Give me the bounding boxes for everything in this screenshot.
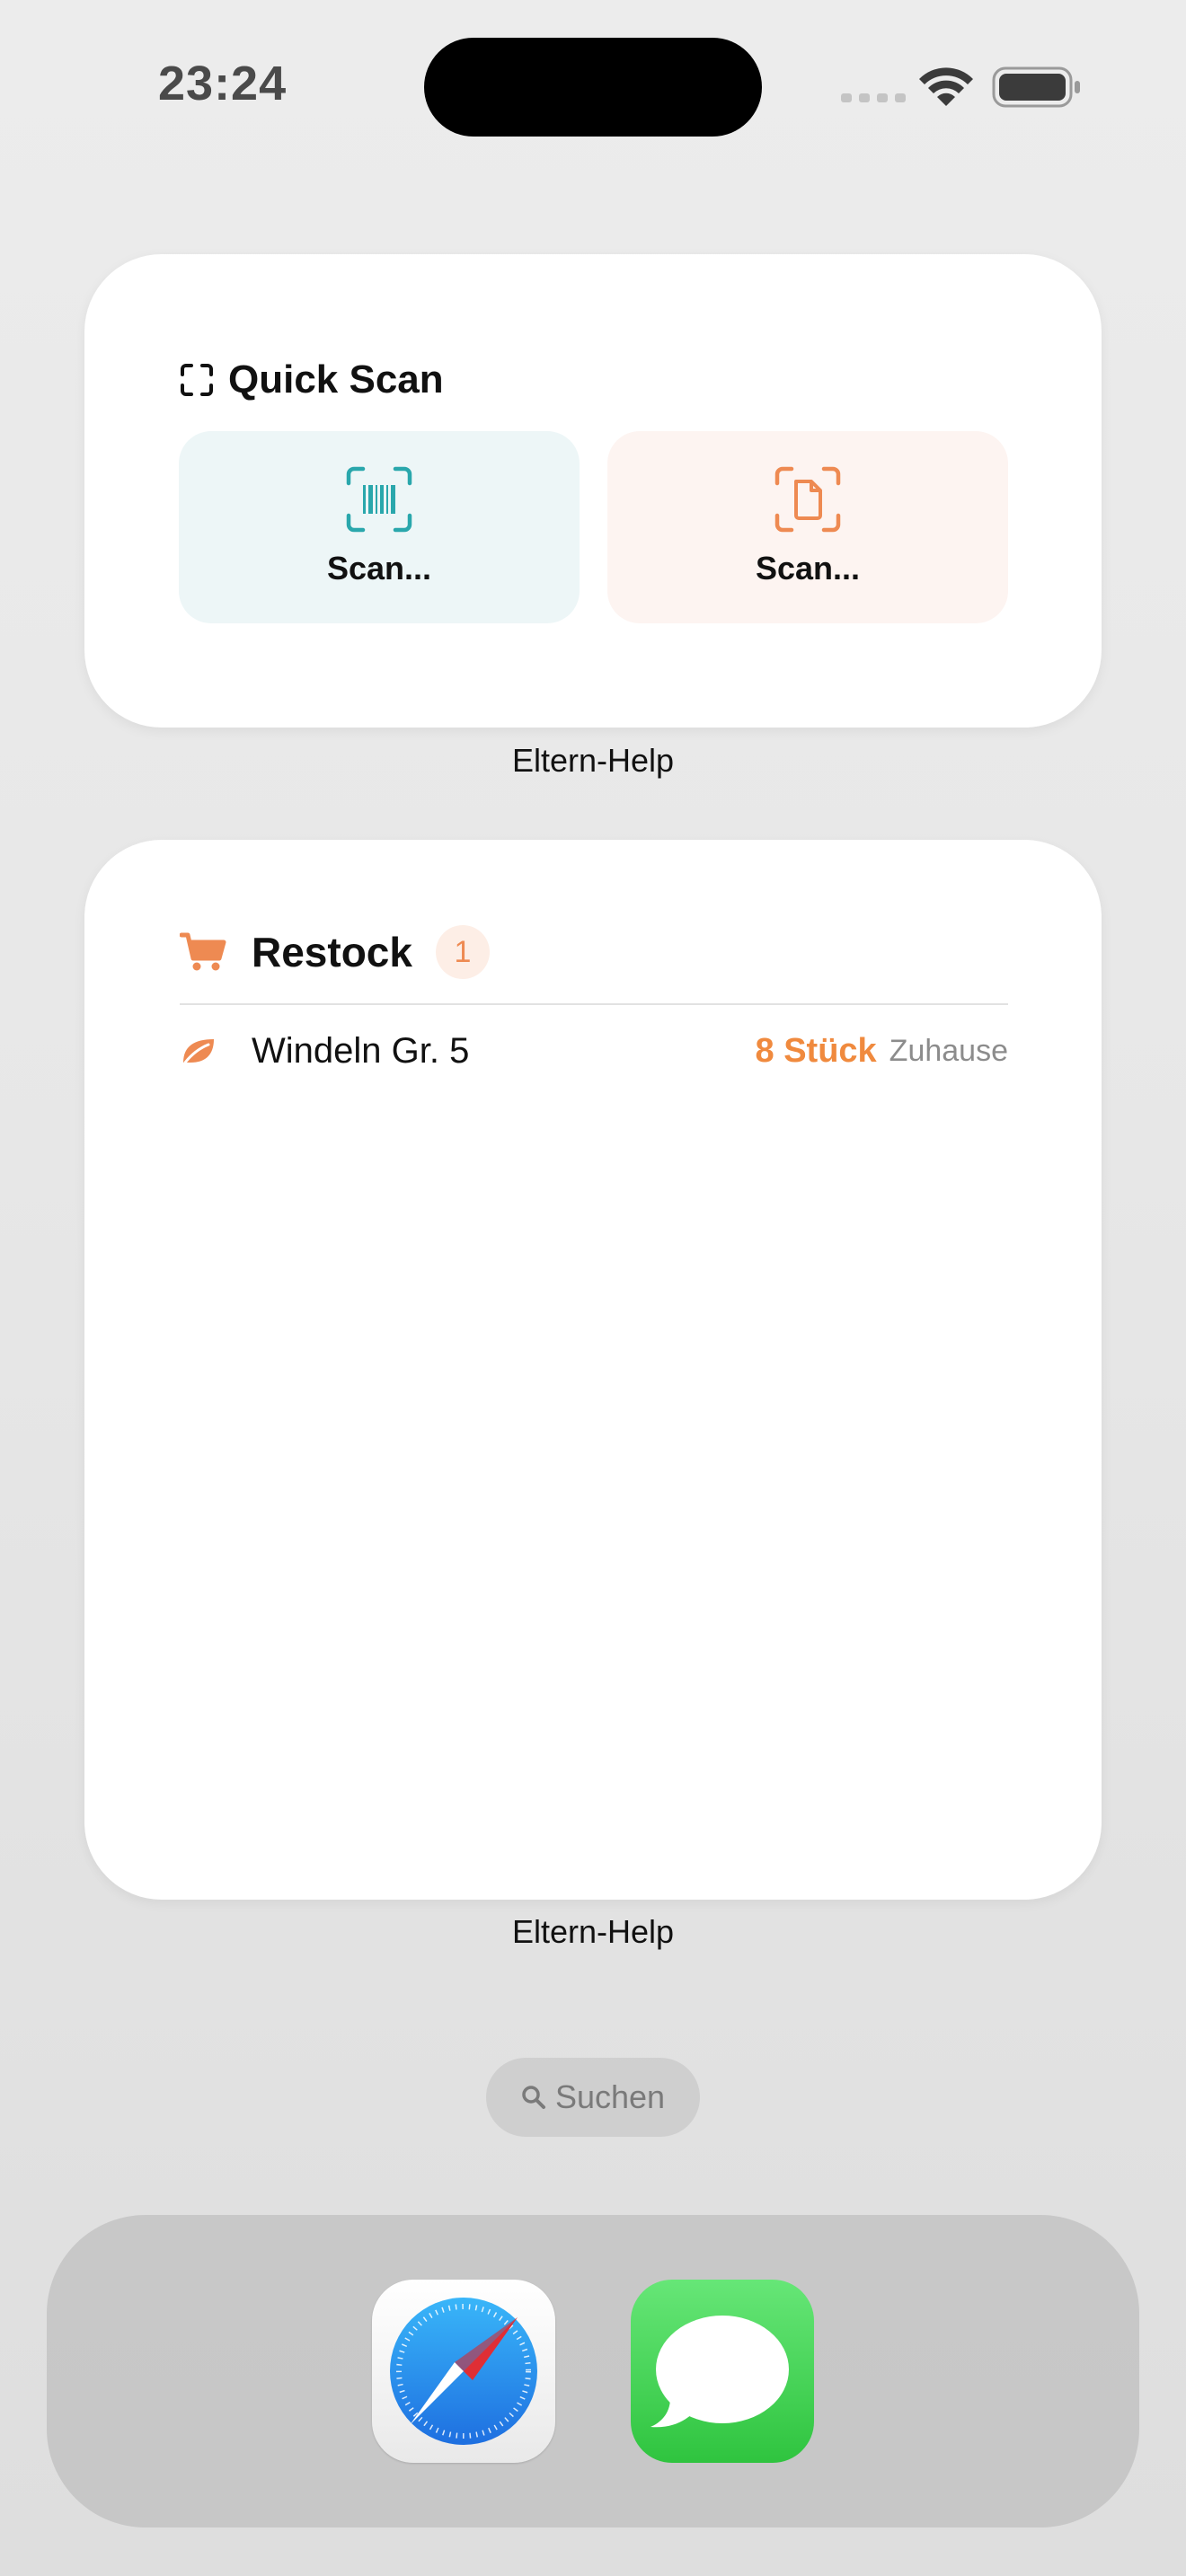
quick-scan-title: Quick Scan xyxy=(228,357,444,401)
scan-barcode-button[interactable]: Scan... xyxy=(179,431,580,623)
status-icons xyxy=(836,61,1087,115)
cellular-signal-icon xyxy=(841,93,906,102)
restock-divider xyxy=(180,1003,1008,1005)
leaf-icon xyxy=(183,1039,214,1064)
scan-document-label: Scan... xyxy=(755,550,861,587)
restock-item-name: Windeln Gr. 5 xyxy=(252,1030,470,1071)
safari-app-icon[interactable] xyxy=(372,2280,555,2463)
dock xyxy=(47,2215,1139,2527)
wifi-icon xyxy=(919,67,973,106)
document-scan-icon xyxy=(774,466,841,533)
search-label: Suchen xyxy=(554,2078,666,2115)
restock-header: Restock 1 xyxy=(180,925,490,979)
scan-frame-icon xyxy=(181,364,213,396)
messages-app-icon[interactable] xyxy=(631,2280,814,2463)
restock-count-badge: 1 xyxy=(435,925,490,979)
scan-document-button[interactable]: Scan... xyxy=(607,431,1008,623)
safari-icon xyxy=(390,2298,537,2445)
battery-icon xyxy=(992,66,1080,108)
cart-icon xyxy=(180,932,226,971)
barcode-scan-icon xyxy=(346,466,412,533)
quick-scan-header: Quick Scan xyxy=(180,357,444,402)
restock-item-quantity: 8 Stück xyxy=(755,1031,877,1070)
restock-list-item[interactable]: Windeln Gr. 5 8 Stück Zuhause xyxy=(180,1028,1008,1073)
spotlight-search-button[interactable]: Suchen xyxy=(486,2058,700,2137)
search-icon xyxy=(522,2086,545,2109)
messages-icon xyxy=(651,2316,789,2428)
dynamic-island xyxy=(424,38,762,137)
quick-scan-widget-caption: Eltern-Help xyxy=(511,742,675,779)
restock-widget-caption: Eltern-Help xyxy=(511,1913,675,1950)
restock-item-location: Zuhause xyxy=(889,1033,1008,1068)
restock-title: Restock xyxy=(252,929,412,975)
restock-widget[interactable] xyxy=(84,840,1102,1900)
status-time: 23:24 xyxy=(158,57,288,110)
scan-barcode-label: Scan... xyxy=(326,550,432,587)
